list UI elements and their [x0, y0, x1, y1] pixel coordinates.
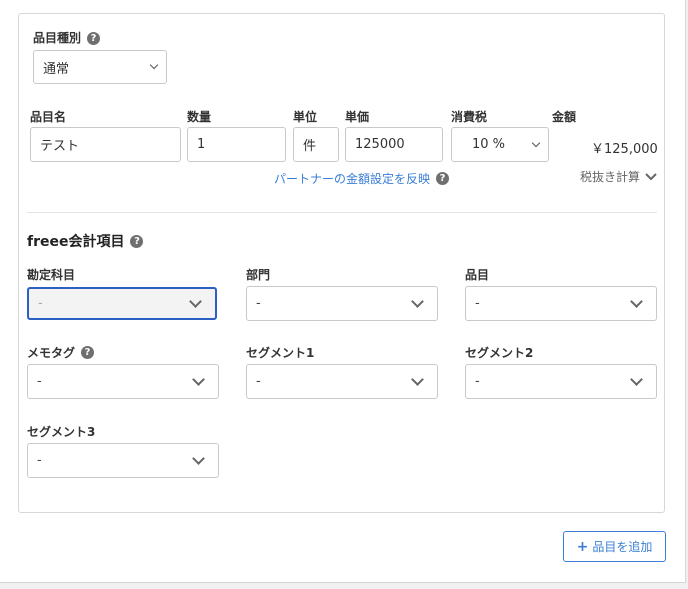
- help-circle-icon[interactable]: ?: [130, 234, 144, 248]
- partner-link-row: パートナーの金額設定を反映?: [274, 170, 450, 187]
- unit-price-value: 125000: [355, 137, 405, 152]
- help-circle-icon[interactable]: ?: [436, 172, 450, 185]
- unit-value: 件: [303, 139, 317, 154]
- memo-tag-label-row: メモタグ?: [27, 344, 95, 361]
- account-value: -: [38, 296, 43, 311]
- help-circle-icon[interactable]: ?: [87, 32, 101, 45]
- tax-calc-label: 税抜き計算: [580, 170, 641, 184]
- add-item-button[interactable]: + 品目を追加: [563, 531, 666, 562]
- chevron-down-icon: [531, 138, 541, 147]
- amount-value: ￥125,000: [591, 142, 658, 157]
- chevron-down-icon: [189, 294, 202, 308]
- item-type-label: 品目種別: [33, 31, 82, 45]
- help-circle-icon[interactable]: ?: [81, 346, 95, 359]
- account-select[interactable]: -: [27, 287, 217, 320]
- chevron-down-icon: [411, 294, 424, 308]
- chevron-down-icon: [411, 372, 424, 386]
- department-value: -: [256, 296, 261, 311]
- header-unit-price: 単価: [345, 110, 370, 124]
- department-label: 部門: [246, 268, 271, 282]
- freee-section-title-row: freee会計項目?: [27, 231, 144, 251]
- freee-section-title: freee会計項目: [27, 234, 125, 250]
- chevron-down-icon: [149, 60, 159, 70]
- segment2-value: -: [475, 374, 480, 389]
- partner-amount-link[interactable]: パートナーの金額設定を反映: [274, 170, 430, 187]
- chevron-down-icon: [192, 451, 205, 465]
- chevron-down-icon: [645, 172, 657, 180]
- unit-input[interactable]: 件: [293, 127, 339, 162]
- item-type-label-row: 品目種別?: [33, 29, 101, 46]
- header-item-name: 品目名: [30, 110, 67, 124]
- section-divider: [27, 212, 657, 213]
- segment1-select[interactable]: -: [246, 364, 438, 399]
- segment3-select[interactable]: -: [27, 443, 219, 478]
- chevron-down-icon: [192, 372, 205, 386]
- segment3-label: セグメント3: [27, 425, 96, 439]
- quantity-input[interactable]: 1: [187, 127, 286, 162]
- account-label: 勘定科目: [27, 268, 76, 282]
- chevron-down-icon: [630, 294, 643, 308]
- item-type-select[interactable]: 通常: [33, 50, 167, 84]
- header-tax: 消費税: [451, 110, 488, 124]
- segment1-label: セグメント1: [246, 346, 315, 360]
- memo-tag-select[interactable]: -: [27, 364, 219, 399]
- tax-value: 10 %: [472, 137, 506, 152]
- header-quantity: 数量: [187, 110, 212, 124]
- header-amount: 金額: [552, 110, 577, 124]
- segment2-label: セグメント2: [465, 346, 534, 360]
- item-select[interactable]: -: [465, 286, 657, 321]
- item-name-input[interactable]: テスト: [30, 127, 181, 162]
- quantity-value: 1: [197, 137, 206, 152]
- tax-calc-toggle[interactable]: 税抜き計算: [580, 168, 658, 185]
- unit-price-input[interactable]: 125000: [345, 127, 443, 162]
- header-unit: 単位: [293, 110, 318, 124]
- segment3-value: -: [37, 453, 42, 468]
- item-value: -: [475, 296, 480, 311]
- department-select[interactable]: -: [246, 286, 438, 321]
- chevron-down-icon: [630, 372, 643, 386]
- memo-tag-label: メモタグ: [27, 346, 76, 360]
- segment1-value: -: [256, 374, 261, 389]
- item-name-value: テスト: [40, 139, 80, 154]
- item-card: 品目種別? 通常 品目名 数量 単位 単価 消費税 金額 テスト 1 件 125…: [18, 13, 665, 513]
- item-label: 品目: [465, 268, 490, 282]
- item-type-value: 通常: [43, 61, 70, 77]
- tax-select[interactable]: 10 %: [451, 127, 549, 162]
- add-item-label: 品目を追加: [592, 540, 653, 554]
- memo-tag-value: -: [37, 374, 42, 389]
- plus-icon: +: [576, 538, 589, 555]
- segment2-select[interactable]: -: [465, 364, 657, 399]
